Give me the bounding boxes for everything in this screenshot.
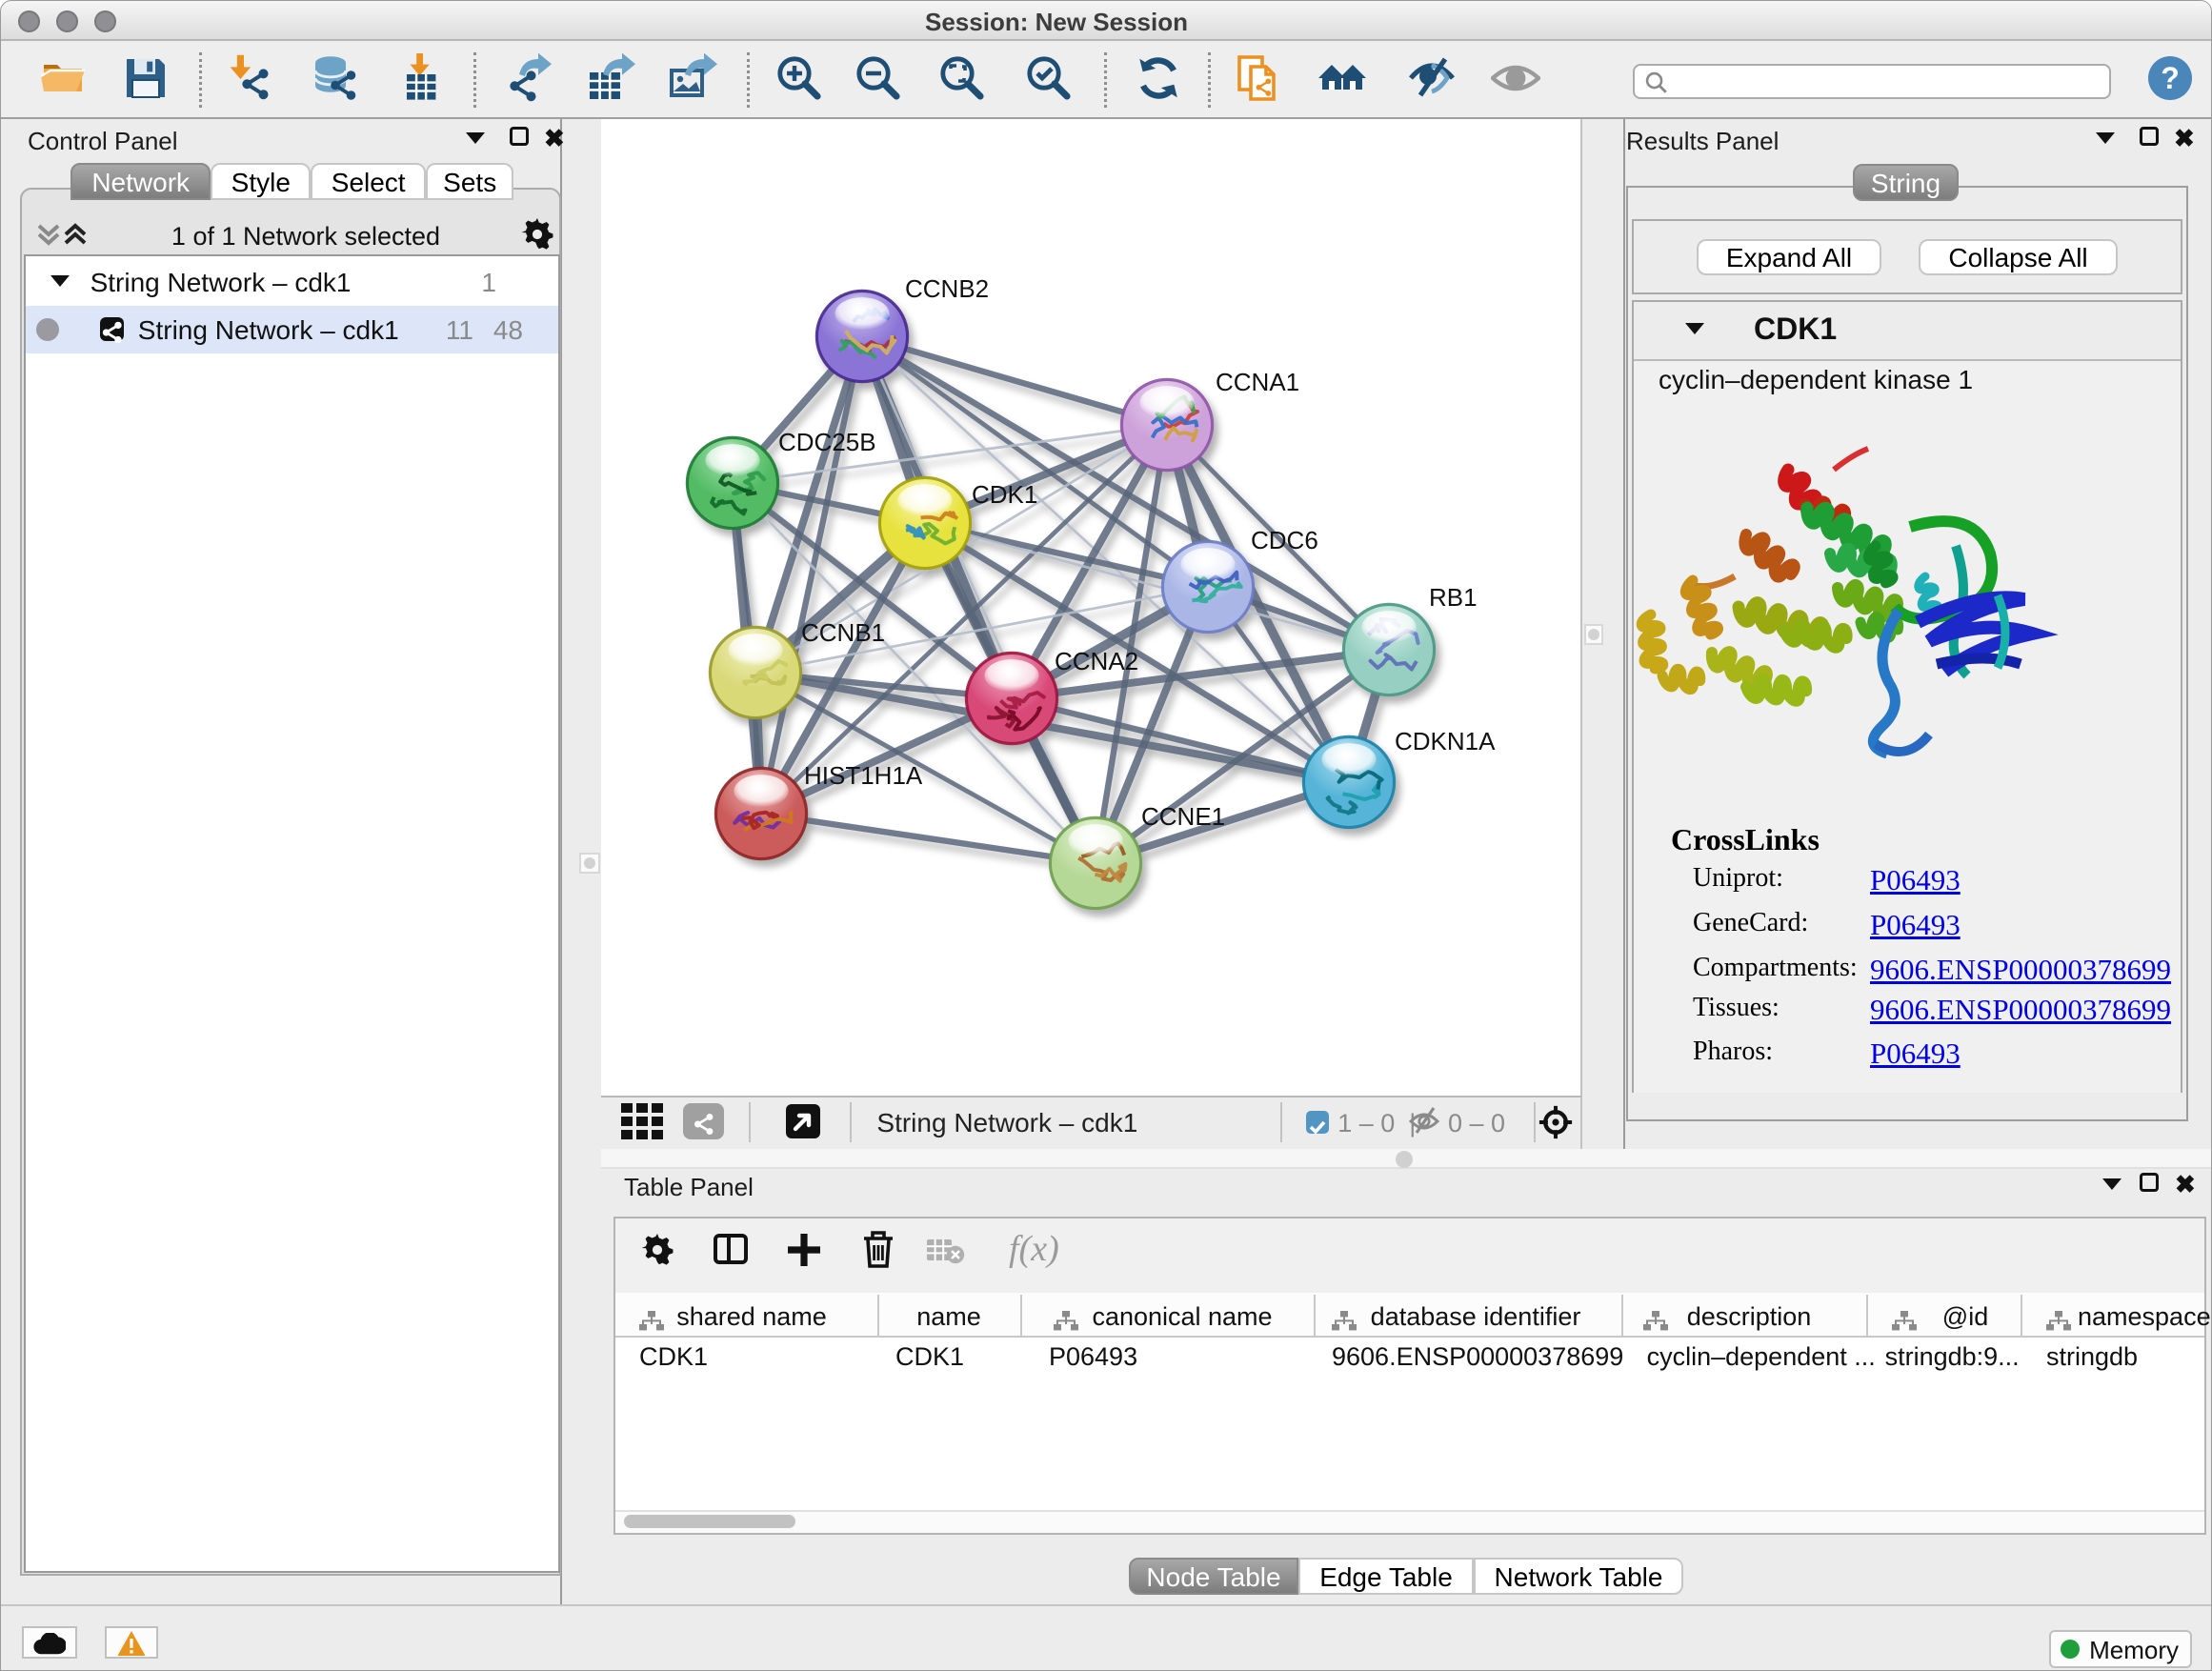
svg-text:CCNE1: CCNE1 <box>1141 802 1225 831</box>
svg-text:CCNB2: CCNB2 <box>905 274 989 303</box>
svg-text:CCNA2: CCNA2 <box>1055 647 1138 675</box>
svg-text:CCNB1: CCNB1 <box>801 618 885 647</box>
svg-text:?: ? <box>2161 61 2180 95</box>
svg-text:HIST1H1A: HIST1H1A <box>804 761 923 790</box>
svg-text:CDC25B: CDC25B <box>778 428 876 456</box>
svg-text:CDK1: CDK1 <box>972 480 1037 509</box>
svg-text:RB1: RB1 <box>1429 583 1478 612</box>
svg-text:CDKN1A: CDKN1A <box>1395 727 1496 755</box>
svg-text:CDC6: CDC6 <box>1251 526 1318 554</box>
svg-text:CCNA1: CCNA1 <box>1216 368 1299 396</box>
